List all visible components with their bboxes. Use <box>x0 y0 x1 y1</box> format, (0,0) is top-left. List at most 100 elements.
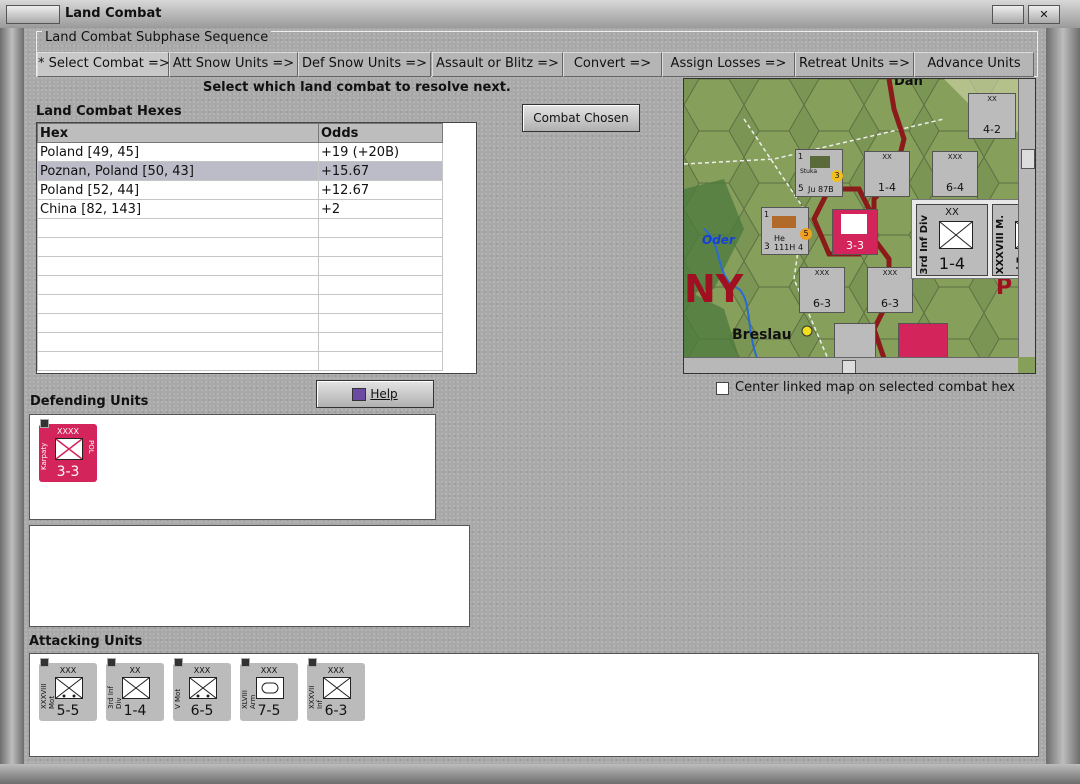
combat-hexes-grid[interactable]: Hex Odds Poland [49, 45] +19 (+20B) Pozna… <box>36 122 477 374</box>
mech-icon <box>189 677 217 699</box>
empty-row <box>37 237 443 257</box>
table-row[interactable]: Poznan, Poland [50, 43] +15.67 <box>37 161 443 181</box>
hexes-label: Land Combat Hexes <box>36 104 182 119</box>
counter-type: XXX <box>814 269 830 277</box>
map-counter-tcav[interactable]: XX 4-2 <box>968 93 1016 139</box>
center-linked-map-label[interactable]: Center linked map on selected combat hex <box>735 380 1015 395</box>
empty-row <box>37 275 443 295</box>
map-city-label: Breslau <box>732 327 792 343</box>
step-select-combat[interactable]: * Select Combat => <box>37 52 170 77</box>
mech-icon <box>55 677 83 699</box>
step-assault-or-blitz[interactable]: Assault or Blitz => <box>432 52 563 77</box>
counter-strength: 1-4 <box>878 181 896 194</box>
column-header-hex[interactable]: Hex <box>37 123 319 143</box>
step-convert[interactable]: Convert => <box>563 52 662 77</box>
attacking-unit-counter[interactable]: XXX XXXVII Inf 6-3 <box>307 658 365 721</box>
table-row[interactable]: Poland [52, 44] +12.67 <box>37 180 443 200</box>
unit-strength: 3-3 <box>56 464 80 480</box>
counter-strength: 6-3 <box>813 297 831 310</box>
attacking-unit-counter[interactable]: XXX XXXVIII Mot 5-5 <box>39 658 97 721</box>
attacking-unit-counter[interactable]: XX 3rd Inf Div 1-4 <box>106 658 164 721</box>
empty-row <box>37 313 443 333</box>
counter-strength: 6-4 <box>946 181 964 194</box>
cell-hex[interactable]: Poznan, Poland [50, 43] <box>37 161 319 181</box>
vertical-scroll-thumb[interactable] <box>1021 149 1035 169</box>
map-counter-stuka[interactable]: 1 Stuka 5 Ju 87B 3 <box>795 149 843 197</box>
armor-icon <box>256 677 284 699</box>
attacking-units-label: Attacking Units <box>29 634 143 649</box>
empty-row <box>37 294 443 314</box>
frame-right <box>1046 28 1080 768</box>
step-retreat-units[interactable]: Retreat Units => <box>795 52 914 77</box>
unit-type: XXX <box>327 666 345 675</box>
close-button[interactable]: ✕ <box>1028 5 1060 24</box>
table-row[interactable]: China [82, 143] +2 <box>37 199 443 219</box>
attacking-unit-counter[interactable]: XXX V Mot 6-5 <box>173 658 231 721</box>
empty-row <box>37 256 443 276</box>
counter-range: 4 <box>798 243 804 252</box>
cell-odds[interactable]: +19 (+20B) <box>318 142 443 162</box>
column-header-odds[interactable]: Odds <box>318 123 443 143</box>
defending-units-label: Defending Units <box>30 394 149 409</box>
combat-chosen-button[interactable]: Combat Chosen <box>522 104 640 132</box>
counter-type: XX <box>987 95 997 103</box>
attacking-unit-counter[interactable]: XXX XLVIII Arm 7-5 <box>240 658 298 721</box>
map-vertical-scrollbar[interactable] <box>1018 79 1035 357</box>
map-counter-xiv-inf[interactable]: XXX 6-3 <box>867 267 913 313</box>
counter-top: 1 <box>764 210 770 219</box>
defending-unit-counter[interactable]: XXXX Karpaty POL 3-3 <box>39 419 97 482</box>
instruction-text: Select which land combat to resolve next… <box>203 80 511 95</box>
cell-odds[interactable]: +12.67 <box>318 180 443 200</box>
minimize-button[interactable] <box>992 5 1024 24</box>
unit-nation: POL <box>87 440 95 454</box>
linked-map[interactable]: NY P Breslau Oder Dan 1 Stuka 5 Ju 87B 3… <box>683 78 1036 374</box>
horizontal-scroll-thumb[interactable] <box>842 360 856 373</box>
cell-hex[interactable]: Poland [49, 45] <box>37 142 319 162</box>
map-river-label: Oder <box>702 233 735 247</box>
unit-type: XXX <box>260 666 278 675</box>
map-counter-inf-div[interactable]: XX 1-4 <box>864 151 910 197</box>
unit-type: XXX <box>59 666 77 675</box>
counter-type: XX <box>882 153 892 161</box>
step-att-snow-units[interactable]: Att Snow Units => <box>169 52 298 77</box>
frame-left <box>0 28 24 768</box>
unit-type: XXXX <box>57 427 79 436</box>
step-assign-losses[interactable]: Assign Losses => <box>662 52 795 77</box>
map-counter-xxxiii-inf[interactable]: XXX 6-4 <box>932 151 978 197</box>
counter-strength: 5 <box>798 184 804 194</box>
unit-strength: 7-5 <box>257 703 281 719</box>
center-linked-map-checkbox[interactable] <box>716 382 729 395</box>
cell-odds[interactable]: +15.67 <box>318 161 443 181</box>
step-advance-units[interactable]: Advance Units <box>914 52 1034 77</box>
title-bar[interactable]: Land Combat ✕ <box>0 0 1080 29</box>
map-horizontal-scrollbar[interactable] <box>684 357 1018 373</box>
counter-top: Stuka <box>800 168 818 175</box>
map-region-label: NY <box>684 267 744 311</box>
map-counter-karpaty[interactable]: 3-3 <box>832 209 878 255</box>
frame-bottom <box>0 764 1080 784</box>
step-def-snow-units[interactable]: Def Snow Units => <box>298 52 431 77</box>
map-counter-xxxvii-inf[interactable]: XXX 6-3 <box>799 267 845 313</box>
map-counter-he111[interactable]: 1 3 He 111H 4 5 <box>761 207 812 255</box>
cell-hex[interactable]: Poland [52, 44] <box>37 180 319 200</box>
cell-hex[interactable]: China [82, 143] <box>37 199 319 219</box>
content-area: Land Combat Subphase Sequence * Select C… <box>24 28 1046 764</box>
infantry-icon <box>55 438 83 460</box>
system-menu-button[interactable] <box>6 5 60 24</box>
table-row[interactable]: Poland [49, 45] +19 (+20B) <box>37 142 443 162</box>
unit-type: XX <box>129 666 141 675</box>
zoom-counter[interactable]: XX 3rd Inf Div 1-4 <box>916 204 988 276</box>
counter-badge: 5 <box>800 228 812 240</box>
cell-odds[interactable]: +2 <box>318 199 443 219</box>
counter-type: XXX <box>947 153 963 161</box>
empty-row <box>37 332 443 352</box>
help-label: Help <box>370 387 398 401</box>
infantry-icon <box>323 677 351 699</box>
land-combat-window: Land Combat ✕ Land Combat Subphase Seque… <box>0 0 1080 784</box>
help-button[interactable]: Help <box>316 380 434 408</box>
bomber-icon <box>772 216 796 228</box>
empty-row <box>37 218 443 238</box>
book-icon <box>352 388 367 401</box>
attacking-units-panel: XXX XXXVIII Mot 5-5 XX 3rd Inf Div 1-4 X… <box>29 653 1039 757</box>
combat-result-panel <box>29 525 470 627</box>
